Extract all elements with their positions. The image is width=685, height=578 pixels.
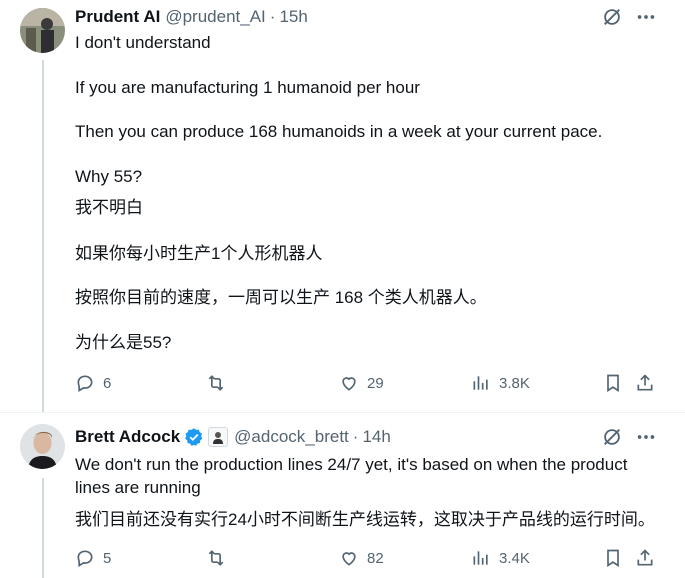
affiliation-badge-icon[interactable] [208, 427, 229, 447]
reply-count: 6 [103, 374, 112, 392]
action-bar: 5 82 3.4K [75, 548, 657, 578]
tweet-text-line: 我们目前还没有实行24小时不间断生产线运转，这取决于产品线的运行时间。 [75, 510, 655, 529]
retweet-button[interactable] [205, 373, 235, 393]
share-icon [637, 549, 653, 566]
verified-badge-icon [184, 427, 204, 447]
timestamp[interactable]: 14h [362, 427, 390, 447]
tweet-text-line: Then you can produce 168 humanoids in a … [75, 122, 603, 141]
like-count: 82 [367, 549, 384, 567]
views-icon [473, 551, 488, 565]
tweet-text-line: We don't run the production lines 24/7 y… [75, 455, 628, 474]
more-icon[interactable] [635, 6, 657, 28]
share-icon [637, 374, 653, 391]
author-handle[interactable]: @prudent_AI [165, 7, 265, 27]
avatar[interactable] [20, 424, 65, 469]
action-bar: 6 29 3.8K [75, 373, 657, 403]
like-count: 29 [367, 374, 384, 392]
reply-count: 5 [103, 549, 112, 567]
avatar[interactable] [20, 8, 65, 53]
view-count: 3.4K [499, 549, 530, 567]
author-name[interactable]: Prudent AI [75, 7, 160, 27]
tweet-text-line: Why 55? [75, 167, 143, 186]
retweet-button[interactable] [205, 548, 235, 568]
grok-icon[interactable] [601, 426, 623, 448]
reply-button[interactable]: 5 [75, 548, 111, 568]
tweet-divider [0, 412, 685, 413]
bookmark-icon [607, 549, 619, 568]
timestamp[interactable]: 15h [279, 7, 307, 27]
view-count: 3.8K [499, 374, 530, 392]
more-icon[interactable] [635, 426, 657, 448]
bookmark-button[interactable] [603, 373, 623, 393]
reply-button[interactable]: 6 [75, 373, 111, 393]
tweet-text-line: lines are running [75, 478, 201, 497]
like-button[interactable]: 29 [339, 373, 384, 393]
separator-dot: · [352, 427, 359, 446]
tweet-text-line: 为什么是55? [75, 333, 172, 352]
reply-icon [77, 375, 93, 392]
avatar-image [20, 424, 65, 469]
share-button[interactable] [635, 373, 655, 393]
avatar-image [20, 8, 65, 53]
tweet-text-line: 我不明白 [75, 198, 143, 217]
retweet-icon [208, 550, 224, 566]
tweet-header: Brett Adcock @adcock_brett · 14h [75, 425, 391, 449]
views-button[interactable]: 3.8K [471, 373, 530, 393]
header-actions [601, 426, 657, 448]
views-button[interactable]: 3.4K [471, 548, 530, 568]
like-button[interactable]: 82 [339, 548, 384, 568]
retweet-icon [208, 375, 224, 391]
author-name[interactable]: Brett Adcock [75, 427, 180, 447]
grok-icon[interactable] [601, 6, 623, 28]
bookmark-icon [607, 374, 619, 393]
tweet-header: Prudent AI @prudent_AI · 15h [75, 5, 308, 29]
tweet-text-line: 如果你每小时生产1个人形机器人 [75, 244, 323, 263]
header-actions [601, 6, 657, 28]
tweet-text-line: I don't understand [75, 33, 211, 52]
thread-connector [42, 478, 44, 578]
separator-dot: · [269, 7, 276, 26]
tweet-text-line: If you are manufacturing 1 humanoid per … [75, 78, 420, 97]
heart-icon [342, 377, 356, 391]
author-handle[interactable]: @adcock_brett [234, 427, 349, 447]
tweet-text-line: 按照你目前的速度，一周可以生产 168 个类人机器人。 [75, 288, 487, 307]
reply-icon [77, 550, 93, 567]
views-icon [473, 376, 488, 390]
heart-icon [342, 552, 356, 566]
bookmark-button[interactable] [603, 548, 623, 568]
thread-connector [42, 60, 44, 412]
share-button[interactable] [635, 548, 655, 568]
